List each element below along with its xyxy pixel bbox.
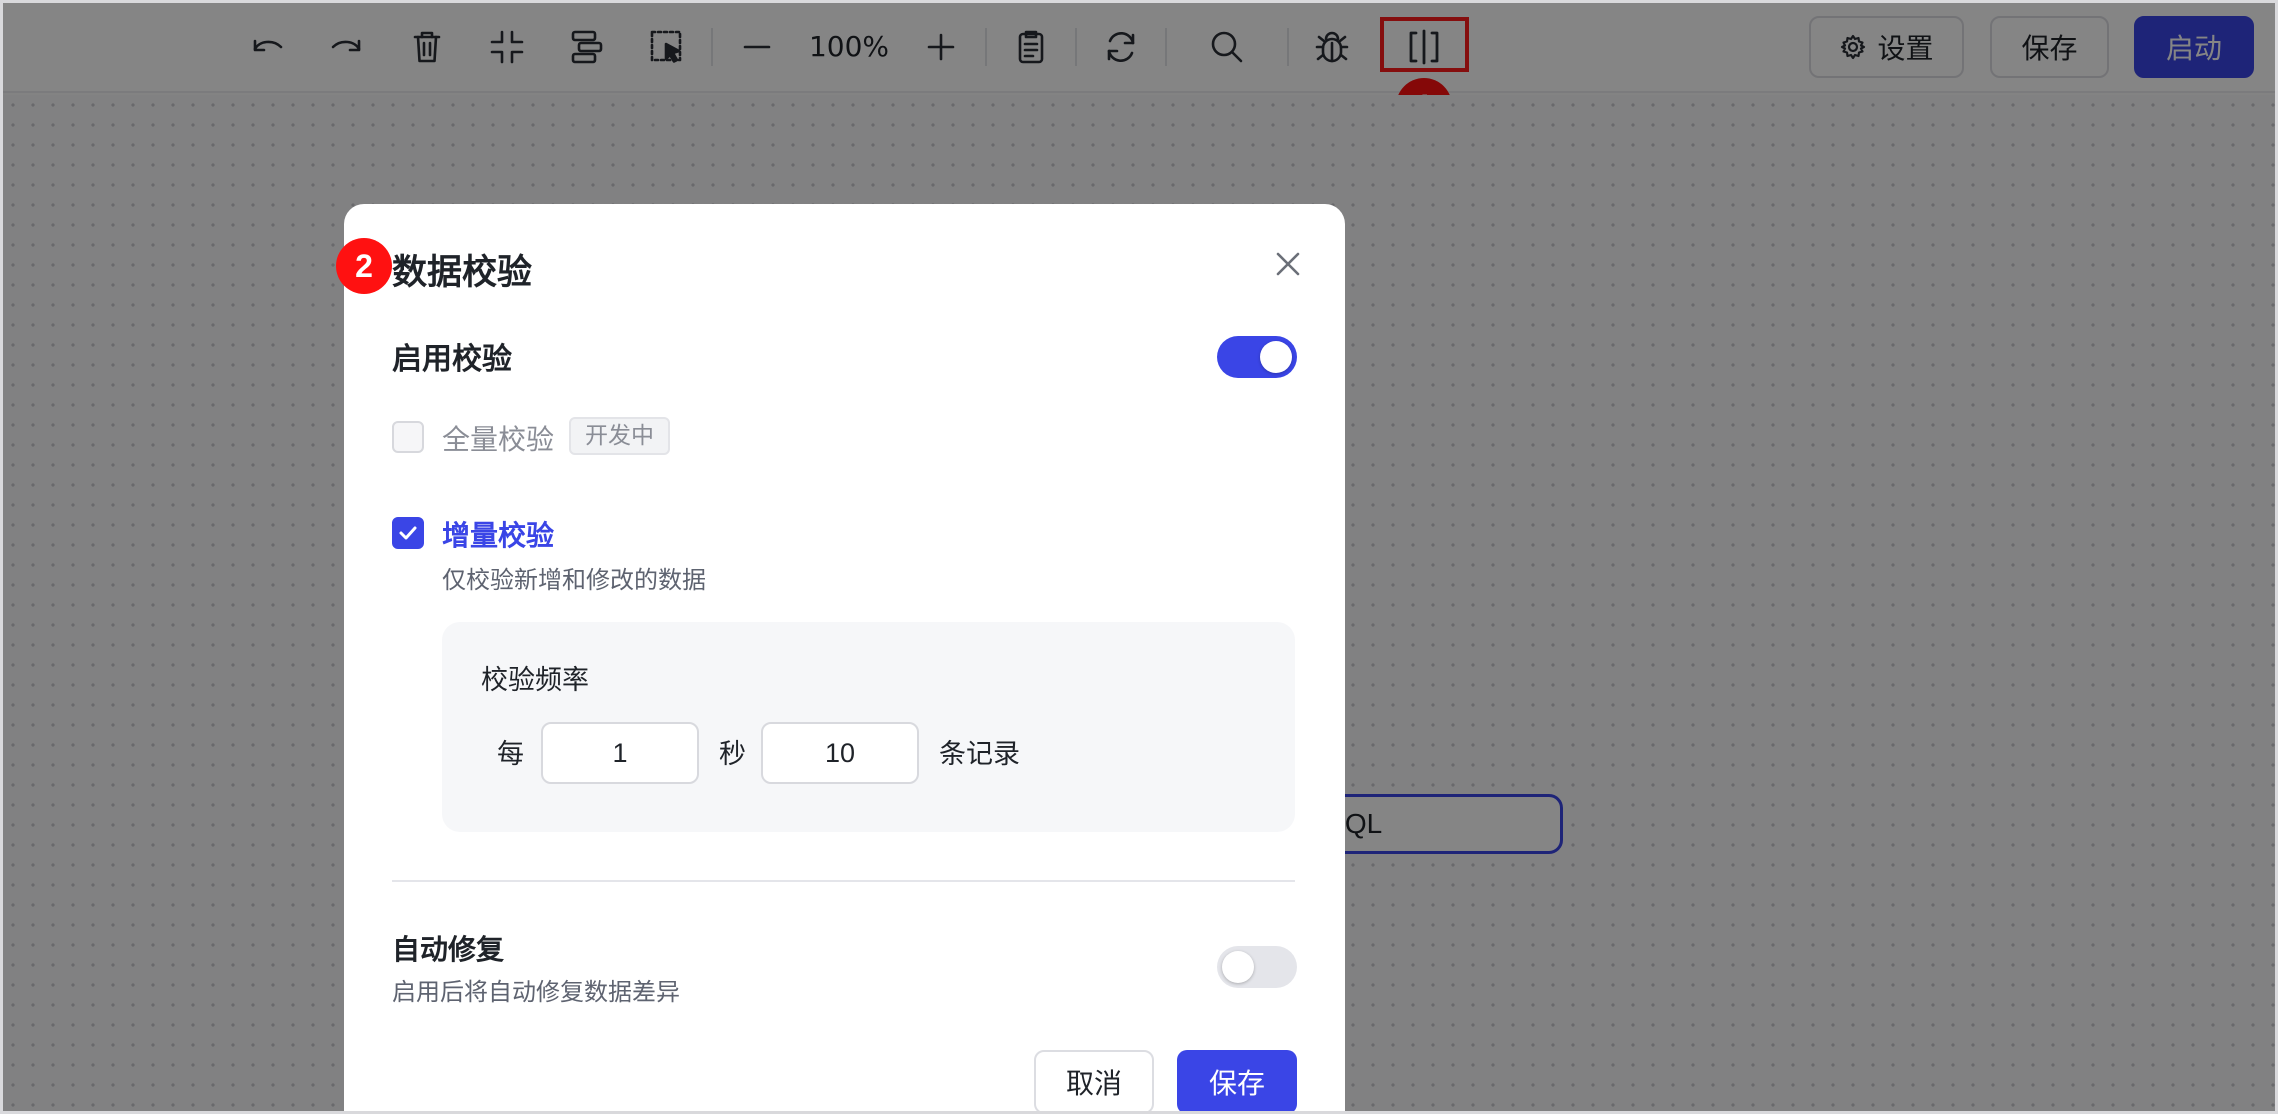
section-divider xyxy=(392,880,1295,882)
incremental-check-label: 增量校验 xyxy=(442,519,555,552)
enable-validation-label: 启用校验 xyxy=(392,342,512,377)
close-icon[interactable] xyxy=(1268,244,1308,284)
frequency-panel: 校验频率 每 秒 条记录 xyxy=(442,622,1295,832)
auto-repair-toggle[interactable] xyxy=(1217,946,1297,988)
toggle-knob xyxy=(1260,341,1292,373)
full-check-label: 全量校验 xyxy=(442,423,555,456)
cancel-button[interactable]: 取消 xyxy=(1034,1050,1154,1111)
frequency-prefix: 每 xyxy=(497,739,524,770)
seconds-input[interactable] xyxy=(541,722,699,784)
annotation-badge-2: 2 xyxy=(336,238,392,294)
seconds-unit: 秒 xyxy=(719,739,746,770)
incremental-check-checkbox[interactable] xyxy=(392,517,424,549)
auto-repair-description: 启用后将自动修复数据差异 xyxy=(392,978,680,1006)
records-unit: 条记录 xyxy=(939,739,1020,770)
toggle-knob xyxy=(1222,951,1254,983)
records-input[interactable] xyxy=(761,722,919,784)
full-check-checkbox[interactable] xyxy=(392,421,424,453)
in-development-tag: 开发中 xyxy=(569,417,670,455)
check-icon xyxy=(399,526,417,540)
enable-validation-toggle[interactable] xyxy=(1217,336,1297,378)
frequency-title: 校验频率 xyxy=(481,665,589,696)
app-frame: 100% 设置 保存 启动 2 数据校验 启用校验 全量校验 开发中 增量校验 … xyxy=(0,0,2278,1114)
dialog-title: 数据校验 xyxy=(392,253,533,293)
auto-repair-label: 自动修复 xyxy=(392,933,505,966)
incremental-check-description: 仅校验新增和修改的数据 xyxy=(442,566,706,594)
save-button[interactable]: 保存 xyxy=(1177,1050,1297,1111)
data-validation-dialog: 2 数据校验 启用校验 全量校验 开发中 增量校验 仅校验新增和修改的数据 校验… xyxy=(336,204,1345,1111)
